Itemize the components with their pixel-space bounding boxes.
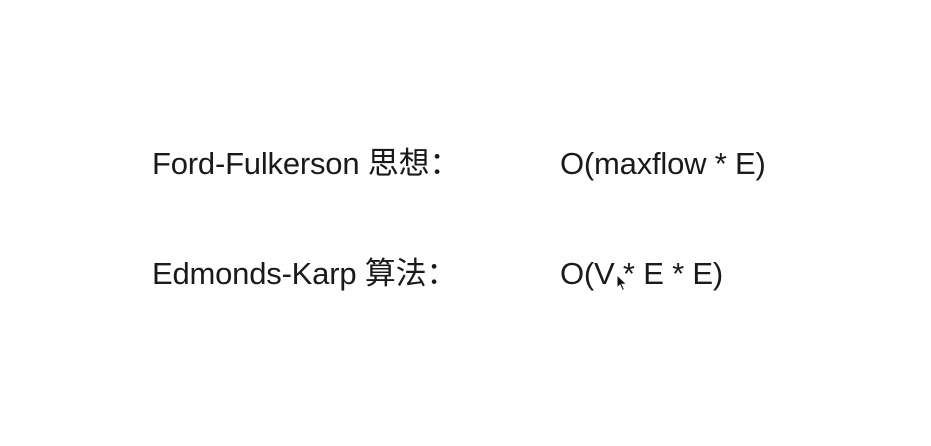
algorithm-label: Edmonds-Karp 算法： — [152, 256, 458, 291]
complexity-row-ford-fulkerson: Ford-Fulkerson 思想： O(maxflow * E) — [0, 134, 931, 194]
slide: Ford-Fulkerson 思想： O(maxflow * E) Edmond… — [0, 0, 931, 446]
complexity-row-edmonds-karp: Edmonds-Karp 算法： O(V * E * E) — [0, 244, 931, 304]
complexity-formula: O(V * E * E) — [560, 256, 723, 291]
complexity-formula: O(maxflow * E) — [560, 146, 766, 181]
algorithm-label: Ford-Fulkerson 思想： — [152, 146, 461, 181]
mouse-pointer-icon — [616, 274, 628, 292]
